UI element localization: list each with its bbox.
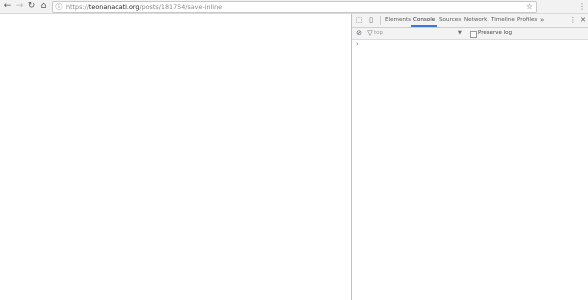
star-icon[interactable]: ☆ xyxy=(526,2,533,12)
tab-console[interactable]: Console xyxy=(410,14,438,27)
url-host: teonanacatl.org xyxy=(88,3,140,11)
url-scheme: https:// xyxy=(66,3,89,11)
tab-timeline[interactable]: Timeline xyxy=(491,14,515,27)
forward-button[interactable]: → xyxy=(14,1,25,12)
arrow-right-icon: → xyxy=(15,1,24,11)
reload-icon: ↻ xyxy=(27,1,36,11)
menu-dots-icon[interactable]: ⋮ xyxy=(578,1,586,12)
more-tabs-button[interactable]: » xyxy=(540,14,544,27)
url-path: /posts/181754/save-inline xyxy=(139,3,223,11)
home-button[interactable]: ⌂ xyxy=(38,1,49,12)
chevron-down-icon[interactable]: ▼ xyxy=(458,28,462,39)
preserve-log-label: Preserve log xyxy=(478,30,513,36)
address-bar[interactable]: ⓘ https://teonanacatl.org/posts/181754/s… xyxy=(52,1,537,13)
inspect-element-icon[interactable]: ⬚ xyxy=(354,15,364,26)
arrow-left-icon: ← xyxy=(3,1,12,11)
tab-profiles[interactable]: Profiles xyxy=(517,14,537,27)
page-content xyxy=(0,14,351,300)
info-icon[interactable]: ⓘ xyxy=(55,2,63,12)
devtools-panel: ⬚ ▯ Elements Console Sources Network Tim… xyxy=(351,14,588,300)
context-select[interactable]: top xyxy=(374,29,464,38)
url-text[interactable]: https://teonanacatl.org/posts/181754/sav… xyxy=(66,2,222,12)
close-icon[interactable]: ✕ xyxy=(578,15,588,26)
tab-sources[interactable]: Sources xyxy=(439,14,461,27)
device-toolbar-icon[interactable]: ▯ xyxy=(366,15,376,26)
browser-toolbar: ← → ↻ ⌂ ⓘ https://teonanacatl.org/posts/… xyxy=(0,0,588,14)
tab-network[interactable]: Network xyxy=(464,14,487,27)
divider xyxy=(380,16,381,25)
reload-button[interactable]: ↻ xyxy=(26,1,37,12)
console-toolbar: ⊘ ▽ top ▼ Preserve log xyxy=(352,28,588,40)
tab-elements[interactable]: Elements xyxy=(385,14,411,27)
preserve-log-checkbox[interactable] xyxy=(470,31,477,38)
home-icon: ⌂ xyxy=(40,1,47,11)
back-button[interactable]: ← xyxy=(2,1,13,12)
devtools-menu-icon[interactable]: ⋮ xyxy=(568,15,578,26)
clear-console-icon[interactable]: ⊘ xyxy=(354,28,364,39)
devtools-tabbar: ⬚ ▯ Elements Console Sources Network Tim… xyxy=(352,14,588,28)
console-prompt[interactable]: › xyxy=(356,40,359,49)
